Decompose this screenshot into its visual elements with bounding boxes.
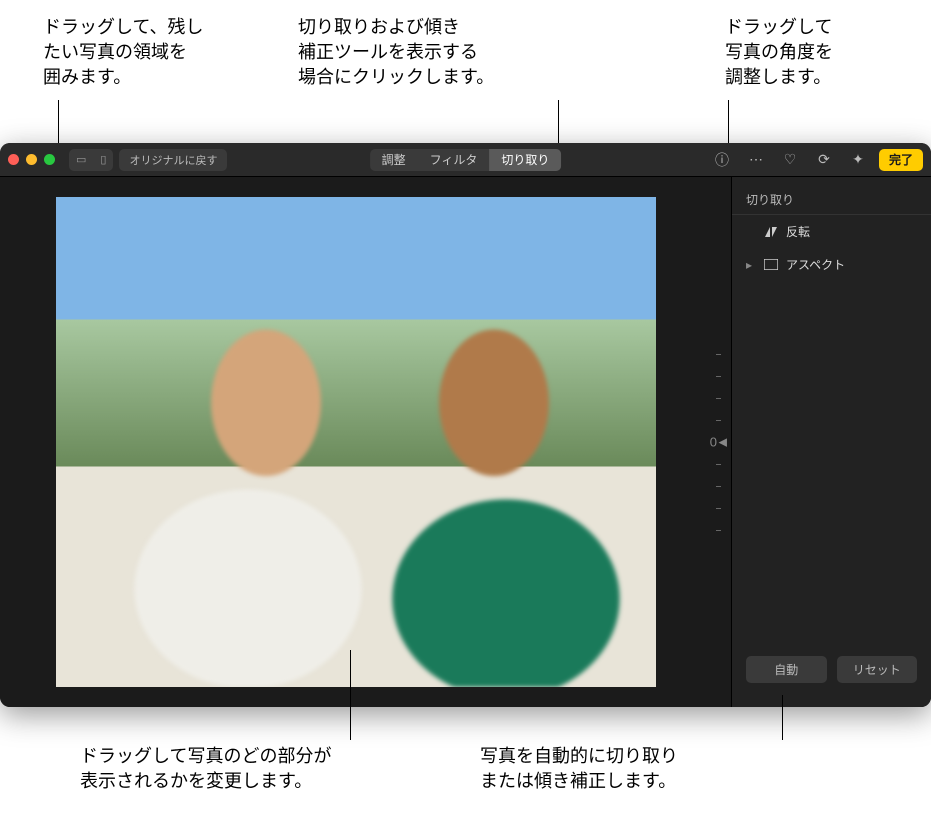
rotate-icon[interactable]: ⟳ (811, 149, 837, 171)
photo-crop-frame[interactable] (56, 197, 656, 687)
crop-handle-bl[interactable] (56, 668, 75, 687)
crop-handle-br[interactable] (637, 668, 656, 687)
aspect-row[interactable]: ▸ アスペクト (732, 248, 931, 281)
flip-row[interactable]: 反転 (732, 215, 931, 248)
leader-line (782, 695, 783, 740)
callout-auto: 写真を自動的に切り取り または傾き補正します。 (480, 744, 678, 794)
single-icon[interactable]: ▯ (93, 149, 113, 171)
callout-crop-tab: 切り取りおよび傾き 補正ツールを表示する 場合にクリックします。 (298, 15, 494, 91)
reset-button[interactable]: リセット (837, 656, 918, 683)
done-button[interactable]: 完了 (879, 149, 923, 171)
photos-edit-window: ▭ ▯ オリジナルに戻す 調整 フィルタ 切り取り ⓘ ⋯ ♡ ⟳ ✦ 完了 (0, 143, 931, 707)
auto-enhance-icon[interactable]: ✦ (845, 149, 871, 171)
aspect-icon (764, 259, 778, 270)
tab-crop[interactable]: 切り取り (489, 149, 561, 171)
flip-label: 反転 (786, 223, 810, 240)
chevron-right-icon: ▸ (746, 258, 756, 272)
more-icon[interactable]: ⋯ (743, 149, 769, 171)
edit-mode-tabs: 調整 フィルタ 切り取り (370, 149, 562, 171)
titlebar: ▭ ▯ オリジナルに戻す 調整 フィルタ 切り取り ⓘ ⋯ ♡ ⟳ ✦ 完了 (0, 143, 931, 177)
tab-filters[interactable]: フィルタ (418, 149, 490, 171)
dial-pointer-icon: ◀ (719, 436, 727, 449)
compare-icon[interactable]: ▭ (69, 149, 93, 171)
callout-crop-area: ドラッグして、残し たい写真の領域を 囲みます。 (43, 15, 204, 91)
auto-button[interactable]: 自動 (746, 656, 827, 683)
minimize-icon[interactable] (26, 154, 37, 165)
callout-angle: ドラッグして 写真の角度を 調整します。 (725, 15, 833, 91)
view-toggle[interactable]: ▭ ▯ (69, 149, 113, 171)
leader-line (350, 650, 351, 740)
canvas-area: 0 ◀ (0, 177, 731, 707)
revert-button[interactable]: オリジナルに戻す (119, 149, 227, 171)
dial-value: 0 (710, 435, 717, 450)
info-icon[interactable]: ⓘ (709, 149, 735, 171)
crop-panel: 切り取り 反転 ▸ アスペクト 自動 リセット (731, 177, 931, 707)
panel-title: 切り取り (732, 187, 931, 215)
zoom-icon[interactable] (44, 154, 55, 165)
crop-handle-tr[interactable] (637, 197, 656, 216)
aspect-label: アスペクト (786, 256, 845, 273)
tab-adjust[interactable]: 調整 (370, 149, 418, 171)
angle-dial[interactable]: 0 ◀ (671, 332, 723, 552)
close-icon[interactable] (8, 154, 19, 165)
flip-icon (764, 226, 778, 238)
crop-handle-tl[interactable] (56, 197, 75, 216)
callout-drag-photo: ドラッグして写真のどの部分が 表示されるかを変更します。 (80, 744, 331, 794)
favorite-icon[interactable]: ♡ (777, 149, 803, 171)
window-controls[interactable] (8, 154, 55, 165)
